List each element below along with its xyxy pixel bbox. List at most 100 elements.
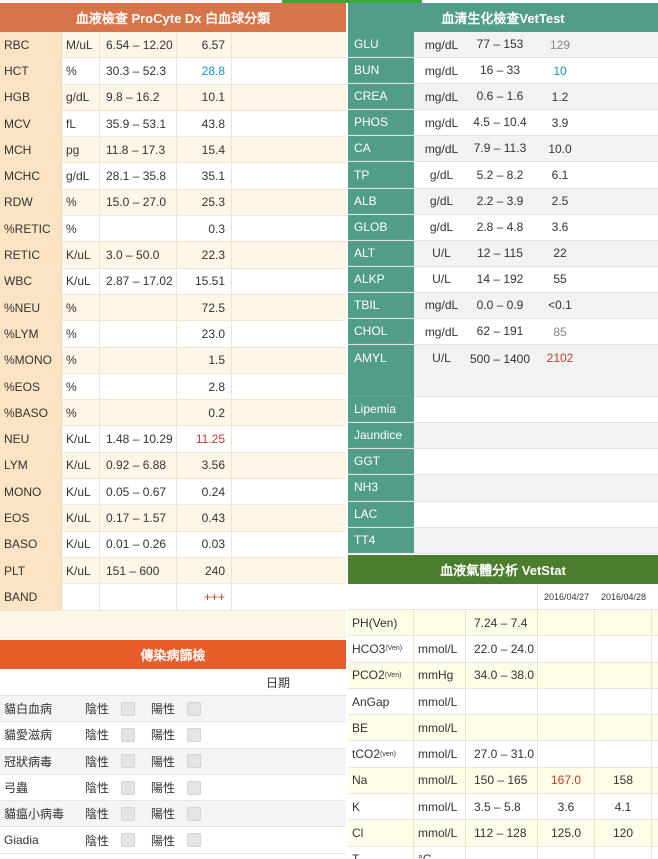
test-name: Jaundice (348, 423, 414, 449)
chemistry-row: BUN mg/dL 16 – 33 10 (348, 58, 658, 85)
cbc-row: HCT% 30.3 – 52.3 28.8 (0, 58, 346, 85)
infectious-row: 冠狀病毒 陰性 陽性 (0, 748, 346, 775)
reference-range (466, 846, 538, 859)
test-unit: K/uL (62, 242, 100, 268)
test-name: NEU (0, 426, 62, 452)
test-unit: U/L (432, 272, 451, 287)
disease-name: Giadia (4, 833, 39, 848)
negative-checkbox[interactable] (121, 806, 135, 821)
test-value: 0.43 (177, 505, 232, 531)
test-value: 0.3 (177, 216, 232, 242)
chemistry-row: CREA mg/dL 0.6 – 1.6 1.2 (348, 84, 658, 111)
test-unit: mmol/L (414, 820, 466, 846)
test-value: 10 (553, 63, 567, 78)
test-unit: U/L (432, 246, 451, 261)
reference-range: 12 – 115 (477, 245, 523, 260)
negative-checkbox[interactable] (121, 780, 135, 795)
reference-range: 5.2 – 8.2 (476, 167, 524, 182)
value-day-1 (538, 741, 595, 767)
negative-checkbox[interactable] (121, 833, 135, 848)
bloodgas-row: Kmmol/L 3.5 – 5.8 3.6 4.1 (348, 794, 658, 821)
date-col-1: 2016/04/27 (543, 591, 590, 602)
reference-range (100, 216, 177, 242)
chemistry-row: GGT (348, 449, 658, 476)
cbc-title: 血液檢查 ProCyte Dx 白血球分類 (0, 3, 346, 32)
bloodgas-title: 血液氣體分析 VetStat (348, 555, 658, 584)
test-name-suffix: (Ven) (385, 645, 403, 653)
test-name: NH3 (348, 475, 414, 501)
test-value: 25.3 (177, 189, 232, 216)
test-value: 129 (549, 37, 571, 52)
test-name: BUN (348, 58, 414, 84)
reference-range: 11.8 – 17.3 (100, 137, 177, 163)
bloodgas-row: PCO2 (Ven) mmHg 34.0 – 38.0 (348, 662, 658, 689)
positive-checkbox[interactable] (187, 833, 201, 848)
test-value: 1.2 (551, 89, 569, 104)
test-value: 10.0 (548, 141, 572, 156)
cbc-row: %EOS% 2.8 (0, 373, 346, 401)
test-name: HCO3 (Ven) (348, 636, 414, 662)
test-name: ALB (348, 188, 414, 214)
test-unit: % (62, 400, 100, 426)
test-unit: % (62, 347, 100, 373)
reference-range: 14 – 192 (476, 271, 524, 286)
cbc-row: %LYM% 23.0 (0, 321, 346, 348)
test-unit: % (62, 189, 100, 216)
bloodgas-row: Cl mmol/L 112 – 128 125.0 120 (348, 820, 658, 847)
reference-range: 15.0 – 27.0 (100, 189, 177, 216)
positive-checkbox[interactable] (187, 780, 201, 795)
test-name: T (348, 846, 414, 859)
test-name: GLOB (348, 214, 414, 240)
cbc-row: LYM K/uL 0.92 – 6.88 3.56 (0, 452, 346, 480)
empty-cell (652, 741, 658, 766)
test-value: +++ (177, 584, 232, 610)
cbc-row: RETIC K/uL 3.0 – 50.0 22.3 (0, 242, 346, 269)
test-name-text: tCO2 (352, 747, 381, 762)
test-unit: mg/dL (424, 324, 459, 339)
test-name: MCH (0, 137, 62, 163)
positive-checkbox[interactable] (187, 754, 201, 769)
value-day-2 (595, 636, 652, 662)
disease-name: 貓愛滋病 (4, 728, 53, 743)
infectious-title: 傳染病篩檢 (0, 640, 346, 669)
test-value: 28.8 (177, 58, 232, 84)
positive-checkbox[interactable] (187, 701, 201, 716)
test-unit: mmol/L (414, 715, 466, 741)
bloodgas-row: AnGap mmol/L (348, 688, 658, 716)
test-name: TT4 (348, 527, 414, 553)
test-name: BAND (0, 584, 62, 610)
test-name: GLU (348, 32, 414, 58)
positive-label: 陽性 (151, 781, 176, 796)
value-day-1 (538, 610, 595, 636)
reference-range (100, 321, 177, 347)
reference-range (100, 347, 177, 373)
cbc-row: WBC K/uL 2.87 – 17.02 15.51 (0, 268, 346, 295)
empty-cell (232, 505, 346, 530)
bloodgas-panel: 血液氣體分析 VetStat 2016/04/27 2016/04/28 PH(… (348, 555, 658, 859)
negative-checkbox[interactable] (121, 701, 135, 716)
test-value: 15.4 (177, 137, 232, 163)
test-value: 2102 (546, 351, 574, 366)
test-unit: % (62, 373, 100, 400)
empty-cell (232, 85, 346, 110)
reference-range (466, 715, 538, 741)
value-day-1 (538, 662, 595, 688)
test-name-text: Na (352, 773, 368, 788)
positive-checkbox[interactable] (187, 727, 201, 742)
reference-range: 7.9 – 11.3 (473, 141, 527, 156)
negative-checkbox[interactable] (121, 727, 135, 742)
test-value: 3.9 (551, 115, 569, 130)
test-unit: % (62, 216, 100, 242)
test-unit: fL (62, 110, 100, 137)
test-name: CREA (348, 84, 414, 110)
test-value: 22 (553, 246, 567, 261)
cbc-row: BAND +++ (0, 584, 346, 611)
test-unit: K/uL (62, 479, 100, 505)
empty-cell (232, 584, 346, 609)
test-unit: °C (414, 846, 466, 859)
negative-checkbox[interactable] (121, 754, 135, 769)
positive-checkbox[interactable] (187, 806, 201, 821)
date-col-2: 2016/04/28 (600, 591, 647, 602)
test-unit: K/uL (62, 557, 100, 584)
cbc-row: EOS K/uL 0.17 – 1.57 0.43 (0, 505, 346, 532)
